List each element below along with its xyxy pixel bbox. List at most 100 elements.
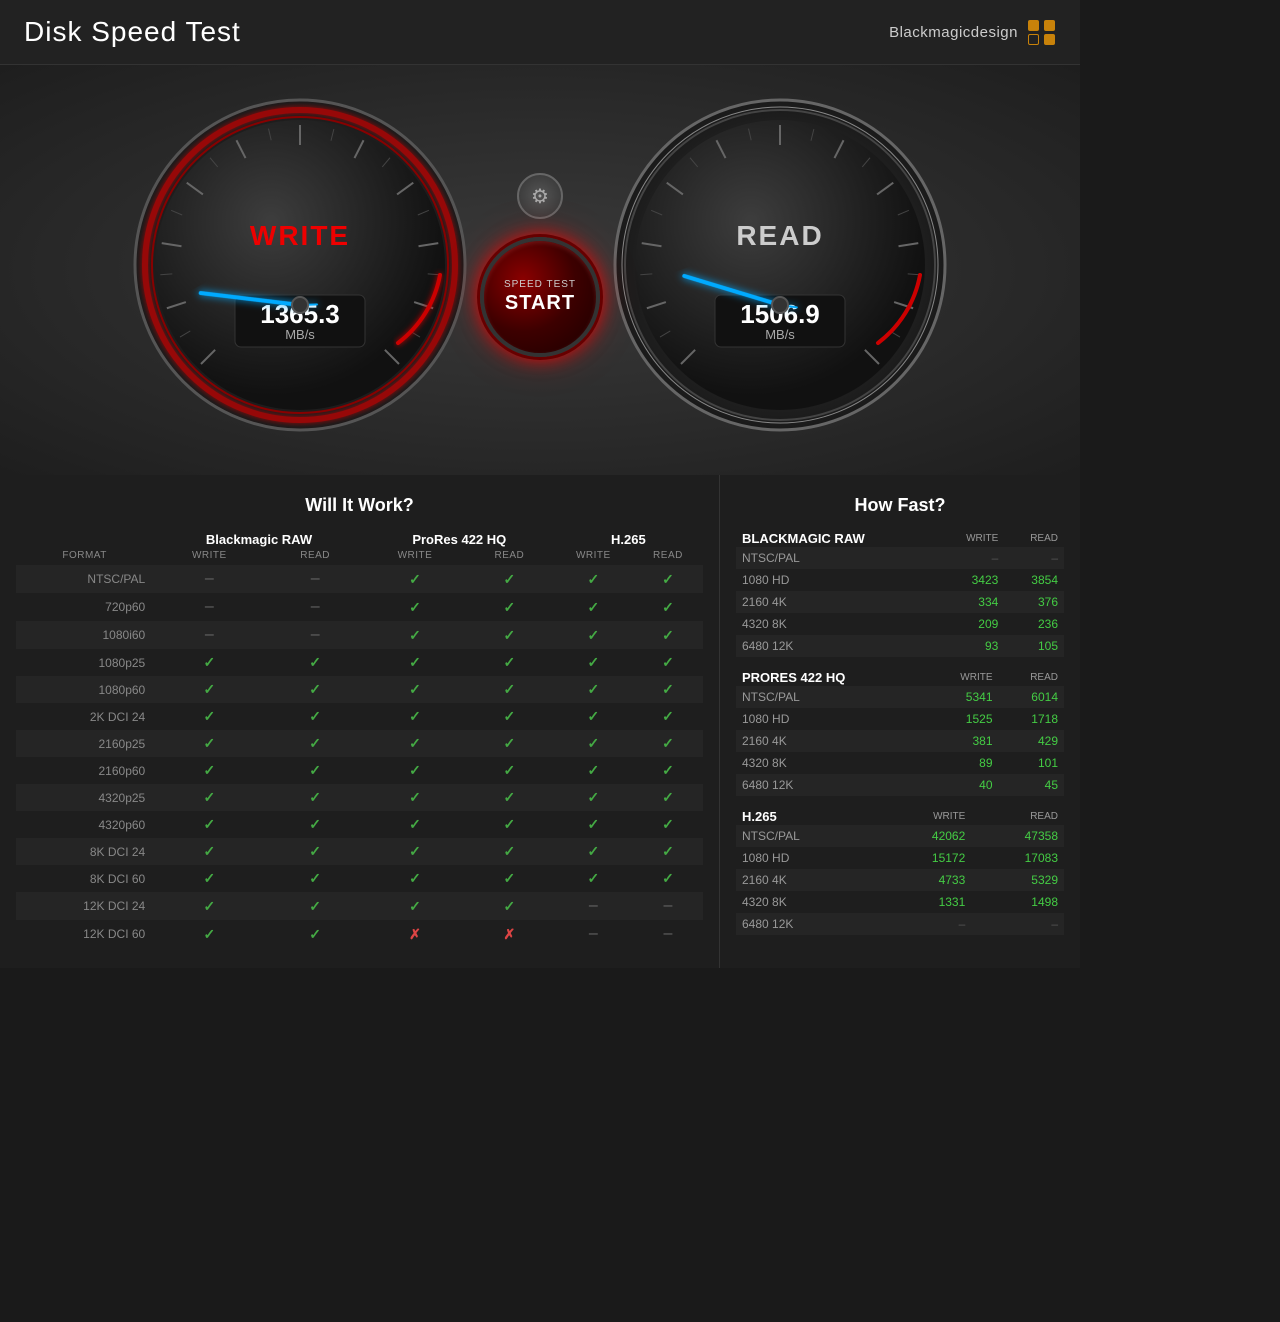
format-cell: 2K DCI 24 — [16, 703, 153, 730]
check-icon: ✓ — [203, 789, 215, 805]
header: Disk Speed Test Blackmagicdesign — [0, 0, 1080, 65]
value-cell: ✓ — [153, 892, 265, 920]
check-icon: ✓ — [587, 571, 599, 587]
codec-header-row: Blackmagic RAW ProRes 422 HQ H.265 — [16, 530, 703, 549]
format-cell: 1080p60 — [16, 676, 153, 703]
center-controls: ⚙ SPEED TEST START — [470, 173, 610, 357]
start-label: START — [505, 292, 575, 315]
app-title: Disk Speed Test — [24, 16, 241, 48]
res-label: NTSC/PAL — [736, 547, 938, 569]
list-item: 1080 HD15251718 — [736, 708, 1064, 730]
res-label: NTSC/PAL — [736, 825, 879, 847]
check-icon: ✓ — [504, 571, 516, 587]
list-item: 6480 12K4045 — [736, 774, 1064, 796]
check-icon: ✓ — [409, 789, 421, 805]
read-col-header: READ — [971, 808, 1064, 825]
check-icon: ✓ — [504, 708, 516, 724]
list-item: 2160 4K381429 — [736, 730, 1064, 752]
value-cell: – — [633, 892, 703, 920]
prores-write-header: WRITE — [365, 549, 465, 565]
table-row: 4320p25✓✓✓✓✓✓ — [16, 784, 703, 811]
table-row: 8K DCI 24✓✓✓✓✓✓ — [16, 838, 703, 865]
dash-icon: – — [664, 897, 673, 914]
check-icon: ✓ — [662, 681, 674, 697]
check-icon: ✓ — [504, 654, 516, 670]
value-cell: – — [633, 920, 703, 948]
write-value: 334 — [938, 591, 1004, 613]
write-value: 4733 — [879, 869, 972, 891]
value-cell: ✗ — [365, 920, 465, 948]
check-icon: ✓ — [409, 627, 421, 643]
check-icon: ✓ — [587, 654, 599, 670]
value-cell: ✓ — [633, 676, 703, 703]
value-cell: ✓ — [153, 676, 265, 703]
bmraw-write-header: WRITE — [153, 549, 265, 565]
dash-icon: – — [311, 570, 320, 587]
how-fast-table: H.265WRITEREADNTSC/PAL42062473581080 HD1… — [736, 808, 1064, 935]
check-icon: ✓ — [409, 816, 421, 832]
table-row: 4320p60✓✓✓✓✓✓ — [16, 811, 703, 838]
list-item: 1080 HD34233854 — [736, 569, 1064, 591]
read-value: 1498 — [971, 891, 1064, 913]
table-row: 12K DCI 60✓✓✗✗–– — [16, 920, 703, 948]
h265-header: H.265 — [554, 530, 703, 549]
format-cell: 8K DCI 60 — [16, 865, 153, 892]
how-fast-content: Blackmagic RAWWRITEREADNTSC/PAL––1080 HD… — [736, 530, 1064, 935]
check-icon: ✓ — [309, 735, 321, 751]
check-icon: ✓ — [587, 789, 599, 805]
value-cell: – — [265, 621, 364, 649]
logo-text: Blackmagicdesign — [889, 24, 1018, 41]
check-icon: ✓ — [587, 599, 599, 615]
check-icon: ✓ — [309, 870, 321, 886]
res-label: 2160 4K — [736, 730, 926, 752]
check-icon: ✓ — [504, 735, 516, 751]
value-cell: ✓ — [554, 865, 633, 892]
value-cell: ✓ — [465, 565, 554, 593]
start-button[interactable]: SPEED TEST START — [480, 237, 600, 357]
will-it-work-title: Will It Work? — [16, 495, 703, 516]
dash-icon: – — [589, 897, 598, 914]
check-icon: ✓ — [662, 654, 674, 670]
value-cell: ✓ — [633, 811, 703, 838]
format-col-header — [16, 530, 153, 549]
check-icon: ✓ — [662, 708, 674, 724]
value-cell: ✓ — [265, 703, 364, 730]
check-icon: ✓ — [203, 870, 215, 886]
value-cell: – — [554, 892, 633, 920]
read-gauge: READ 1506.9 MB/s — [610, 95, 950, 435]
format-cell: 4320p60 — [16, 811, 153, 838]
logo-sq-2 — [1044, 20, 1055, 31]
check-icon: ✓ — [662, 627, 674, 643]
value-cell: ✓ — [365, 565, 465, 593]
check-icon: ✓ — [203, 654, 215, 670]
check-icon: ✓ — [409, 708, 421, 724]
value-cell: ✓ — [365, 865, 465, 892]
value-cell: – — [265, 565, 364, 593]
cross-icon: ✗ — [409, 926, 421, 942]
write-value: 381 — [926, 730, 999, 752]
check-icon: ✓ — [662, 870, 674, 886]
value-cell: ✓ — [465, 676, 554, 703]
will-it-work-table: Blackmagic RAW ProRes 422 HQ H.265 FORMA… — [16, 530, 703, 948]
write-value: 209 — [938, 613, 1004, 635]
read-value: 429 — [999, 730, 1065, 752]
check-icon: ✓ — [309, 762, 321, 778]
list-item: NTSC/PAL53416014 — [736, 686, 1064, 708]
svg-text:MB/s: MB/s — [765, 327, 795, 342]
value-cell: ✓ — [633, 730, 703, 757]
value-cell: ✓ — [554, 621, 633, 649]
value-cell: ✓ — [554, 593, 633, 621]
value-cell: ✓ — [554, 838, 633, 865]
gauges-section: WRITE 1365.3 MB/s ⚙ SPEED TEST START — [0, 65, 1080, 475]
codec-name: ProRes 422 HQ — [736, 669, 926, 686]
list-item: 6480 12K–– — [736, 913, 1064, 935]
value-cell: ✓ — [633, 703, 703, 730]
check-icon: ✓ — [504, 599, 516, 615]
value-cell: ✓ — [265, 811, 364, 838]
dash-icon: – — [664, 925, 673, 942]
settings-button[interactable]: ⚙ — [517, 173, 563, 219]
dash-icon: – — [205, 626, 214, 643]
write-value: 89 — [926, 752, 999, 774]
write-col-header: WRITE — [926, 669, 999, 686]
table-row: 720p60––✓✓✓✓ — [16, 593, 703, 621]
